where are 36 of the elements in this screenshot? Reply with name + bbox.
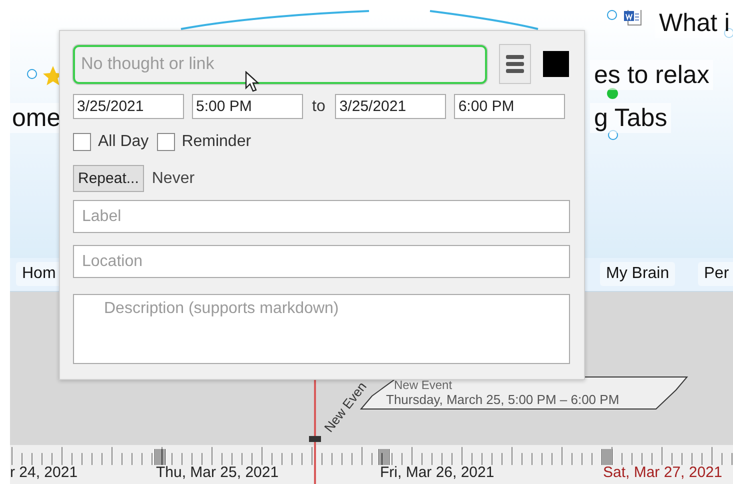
- connection-handle[interactable]: [608, 130, 618, 140]
- to-label: to: [312, 98, 326, 116]
- connection-handle[interactable]: [607, 88, 618, 99]
- checkbox[interactable]: [73, 133, 91, 151]
- repeat-value: Never: [152, 170, 195, 188]
- connection-handle[interactable]: [607, 10, 617, 20]
- event-detail[interactable]: Thursday, March 25, 5:00 PM – 6:00 PM: [386, 392, 620, 407]
- thought-field[interactable]: No thought or link: [73, 44, 487, 84]
- start-time-field[interactable]: 5:00 PM: [192, 94, 303, 119]
- day-label: r 24, 2021: [10, 464, 78, 481]
- connection-handle[interactable]: [27, 69, 37, 79]
- menu-button[interactable]: [499, 44, 531, 84]
- event-handle-icon: [309, 434, 321, 444]
- day-label: Fri, Mar 26, 2021: [380, 464, 494, 481]
- pinned-tab[interactable]: Per: [698, 262, 733, 286]
- checkbox-label: Reminder: [182, 133, 252, 151]
- menu-icon: [506, 55, 524, 73]
- event-title[interactable]: New Event: [394, 378, 452, 392]
- end-time-field[interactable]: 6:00 PM: [454, 94, 566, 119]
- pinned-tab[interactable]: Hom: [16, 262, 62, 286]
- label-field[interactable]: Label: [73, 200, 570, 233]
- checkbox[interactable]: [156, 133, 175, 151]
- pinned-tab[interactable]: My Brain: [600, 262, 676, 286]
- checkbox-label: All Day: [98, 133, 149, 151]
- start-date-field[interactable]: 3/25/2021: [73, 94, 184, 119]
- day-label: Sat, Mar 27, 2021: [603, 464, 722, 481]
- thought-label[interactable]: g Tabs: [590, 103, 672, 133]
- description-field[interactable]: Description (supports markdown): [73, 294, 570, 364]
- color-swatch[interactable]: [543, 51, 569, 77]
- mouse-cursor-icon: [245, 71, 260, 93]
- document-icon: [624, 10, 642, 26]
- end-date-field[interactable]: 3/25/2021: [335, 94, 446, 119]
- thought-label[interactable]: es to relax: [590, 60, 714, 90]
- location-field[interactable]: Location: [73, 245, 570, 278]
- repeat-button[interactable]: Repeat...: [73, 165, 144, 192]
- day-label: Thu, Mar 25, 2021: [156, 464, 279, 481]
